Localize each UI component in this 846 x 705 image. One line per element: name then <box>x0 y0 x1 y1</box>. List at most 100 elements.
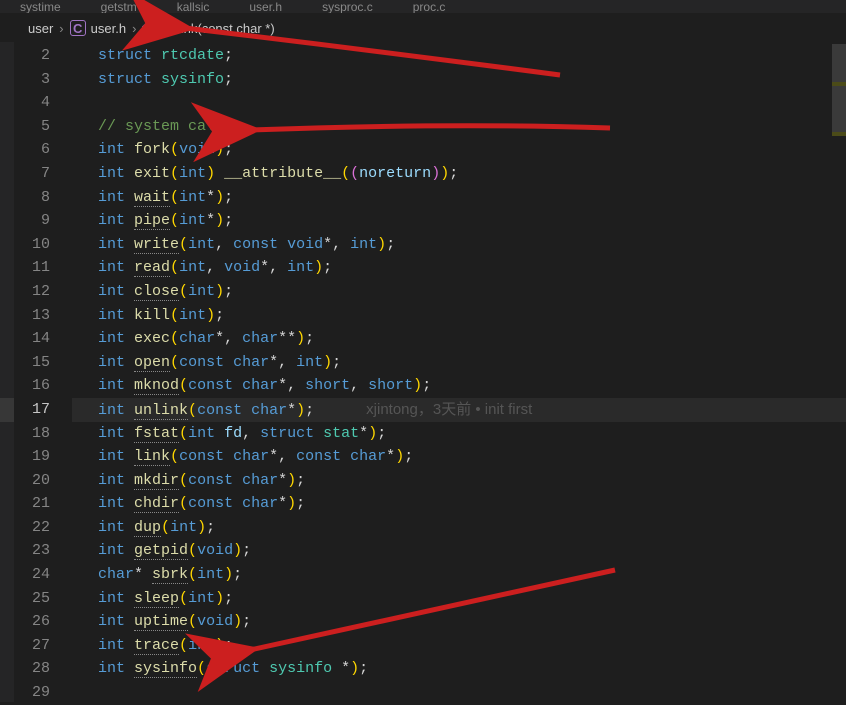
breadcrumb-folder[interactable]: user <box>28 21 53 36</box>
breadcrumb-file[interactable]: C user.h <box>70 20 126 36</box>
token-type: int <box>179 307 206 324</box>
token-punct: * <box>341 660 350 677</box>
code-line[interactable]: int mkdir(const char*); <box>72 469 846 493</box>
token-type: int <box>98 189 125 206</box>
token-type: int <box>98 660 125 677</box>
code-line[interactable]: int uptime(void); <box>72 610 846 634</box>
token-paren: ( <box>179 425 188 442</box>
token-paren: ) <box>215 590 224 607</box>
token-punct: ; <box>377 425 386 442</box>
tab-item[interactable]: getstm <box>81 0 157 13</box>
token-punct: ; <box>422 377 431 394</box>
token-fn-u: sbrk <box>152 566 188 584</box>
token-punct: * <box>278 495 287 512</box>
vertical-scrollbar[interactable] <box>832 42 846 702</box>
code-line[interactable]: int kill(int); <box>72 304 846 328</box>
code-line[interactable]: int link(const char*, const char*); <box>72 445 846 469</box>
token-paren: ( <box>170 307 179 324</box>
token-type: char <box>350 448 386 465</box>
code-line[interactable]: int exec(char*, char**); <box>72 327 846 351</box>
token-fn-u: pipe <box>134 212 170 230</box>
token-paren: ) <box>350 660 359 677</box>
token-type: int <box>98 307 125 324</box>
token-punct: *, <box>260 259 287 276</box>
code-line[interactable]: int close(int); <box>72 280 846 304</box>
breadcrumb[interactable]: user › C user.h › unlink(const char *) <box>0 14 846 42</box>
token-kw: const <box>179 448 224 465</box>
token-paren1: ) <box>431 165 440 182</box>
overview-marker <box>832 132 846 136</box>
token-punct: ; <box>404 448 413 465</box>
code-line[interactable]: int read(int, void*, int); <box>72 256 846 280</box>
token-fn-u: wait <box>134 189 170 207</box>
token-paren: ) <box>206 307 215 324</box>
token-paren: ( <box>188 542 197 559</box>
code-line[interactable]: struct sysinfo; <box>72 68 846 92</box>
token-fn: __attribute__ <box>224 165 341 182</box>
token-type: short <box>305 377 350 394</box>
token-type: int <box>179 189 206 206</box>
code-area[interactable]: struct rtcdate;struct sysinfo;// system … <box>72 42 846 702</box>
code-line[interactable]: int exit(int) __attribute__((noreturn)); <box>72 162 846 186</box>
token-punct: ; <box>224 47 233 64</box>
code-line[interactable]: int sleep(int); <box>72 587 846 611</box>
token-paren: ( <box>170 165 179 182</box>
tab-item[interactable]: sysproc.c <box>302 0 393 13</box>
code-line[interactable]: int fork(void); <box>72 138 846 162</box>
token-type: int <box>98 402 125 419</box>
code-line[interactable]: int dup(int); <box>72 516 846 540</box>
code-line[interactable]: // system calls <box>72 115 846 139</box>
token-paren: ) <box>323 354 332 371</box>
scrollbar-thumb[interactable] <box>832 44 846 134</box>
code-line[interactable]: int pipe(int*); <box>72 209 846 233</box>
code-line[interactable]: int fstat(int fd, struct stat*); <box>72 422 846 446</box>
code-line[interactable] <box>72 681 846 705</box>
token-fn-u: sysinfo <box>134 660 197 678</box>
token-type: int <box>179 165 206 182</box>
tab-item[interactable]: proc.c <box>393 0 466 13</box>
token-paren: ) <box>368 425 377 442</box>
code-line[interactable]: int open(const char*, int); <box>72 351 846 375</box>
chevron-right-icon: › <box>132 21 136 36</box>
token-struct: stat <box>323 425 359 442</box>
token-type: int <box>98 519 125 536</box>
token-punct: ** <box>278 330 296 347</box>
tab-item[interactable]: user.h <box>229 0 302 13</box>
token-type: char <box>179 330 215 347</box>
code-line[interactable] <box>72 91 846 115</box>
token-paren: ( <box>341 165 350 182</box>
code-line[interactable]: struct rtcdate; <box>72 44 846 68</box>
tab-item[interactable]: systime <box>0 0 81 13</box>
code-line[interactable]: int getpid(void); <box>72 539 846 563</box>
token-punct: ; <box>215 307 224 324</box>
code-line[interactable]: int unlink(const char*);xjintong，3天前 • i… <box>72 398 846 422</box>
token-punct: ; <box>332 354 341 371</box>
token-fn-u: getpid <box>134 542 188 560</box>
code-line[interactable]: int trace(int); <box>72 634 846 658</box>
token-paren: ( <box>170 354 179 371</box>
code-line[interactable]: int chdir(const char*); <box>72 492 846 516</box>
token-type: void <box>197 613 233 630</box>
token-kw: struct <box>206 660 260 677</box>
breadcrumb-symbol[interactable]: unlink(const char *) <box>142 20 274 36</box>
token-type: int <box>197 566 224 583</box>
token-paren: ( <box>161 519 170 536</box>
token-paren: ) <box>233 613 242 630</box>
code-line[interactable]: int write(int, const void*, int); <box>72 233 846 257</box>
token-fn-u: trace <box>134 637 179 655</box>
token-type: int <box>98 212 125 229</box>
token-type: short <box>368 377 413 394</box>
active-line-marker <box>0 398 14 422</box>
code-editor[interactable]: 2345678910111213141516171819202122232425… <box>0 42 846 702</box>
code-line[interactable]: int wait(int*); <box>72 186 846 210</box>
token-punct: , <box>206 259 224 276</box>
token-punct: ; <box>305 330 314 347</box>
token-type: int <box>98 377 125 394</box>
token-paren: ( <box>188 402 197 419</box>
token-paren: ( <box>170 330 179 347</box>
tab-item[interactable]: kallsic <box>157 0 230 13</box>
code-line[interactable]: int mknod(const char*, short, short); <box>72 374 846 398</box>
token-punct: ; <box>224 189 233 206</box>
code-line[interactable]: int sysinfo(struct sysinfo *); <box>72 657 846 681</box>
code-line[interactable]: char* sbrk(int); <box>72 563 846 587</box>
